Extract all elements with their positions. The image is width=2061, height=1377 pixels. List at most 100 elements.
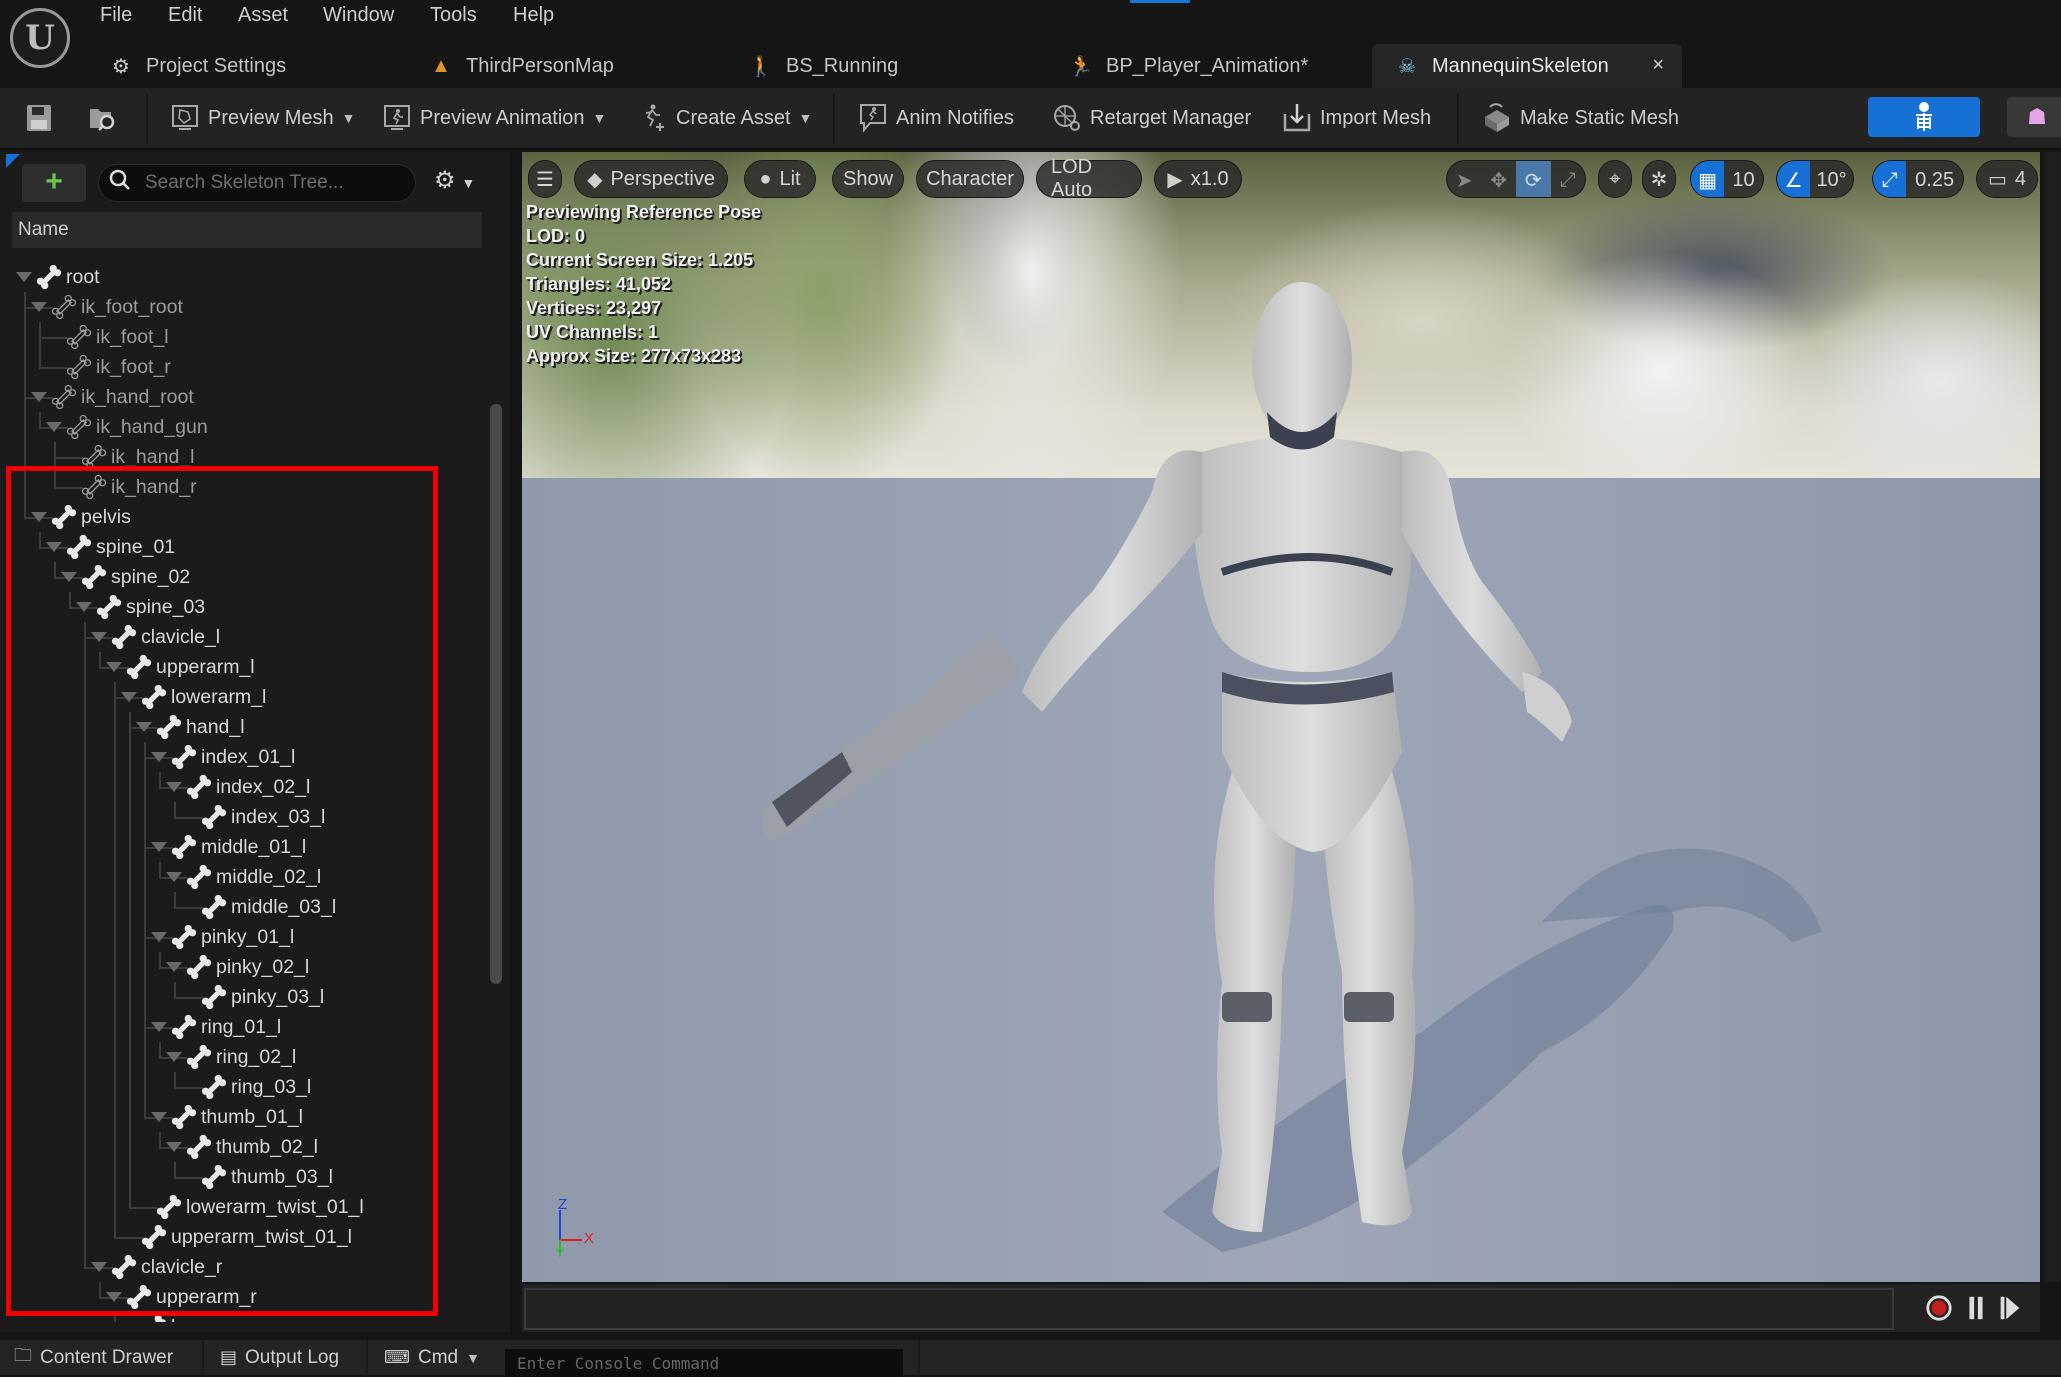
expand-arrow-icon[interactable] — [46, 422, 62, 432]
skeleton-mode-button[interactable] — [1868, 97, 1980, 137]
expand-arrow-icon[interactable] — [46, 542, 62, 552]
menu-edit[interactable]: Edit — [168, 4, 202, 27]
tab-mannequin-skeleton[interactable]: ☠ MannequinSkeleton × — [1372, 44, 1682, 88]
console-command-input[interactable] — [505, 1349, 903, 1377]
import-mesh-button[interactable]: Import Mesh — [1282, 88, 1431, 148]
expand-arrow-icon[interactable] — [121, 692, 137, 702]
rotation-snap-value[interactable]: 10° — [1810, 161, 1853, 197]
grid-snap-group[interactable]: ▦ 10 — [1690, 160, 1764, 198]
step-forward-button[interactable] — [1998, 1294, 2022, 1322]
scale-snap-value[interactable]: 0.25 — [1906, 161, 1963, 197]
tree-scrollbar[interactable] — [490, 404, 502, 984]
expand-arrow-icon[interactable] — [31, 302, 47, 312]
bone-row-index_02_l[interactable]: index_02_l — [0, 772, 480, 802]
bone-row-ik_foot_l[interactable]: ik_foot_l — [0, 322, 480, 352]
expand-arrow-icon[interactable] — [76, 602, 92, 612]
pause-button[interactable] — [1966, 1294, 1986, 1322]
rotate-mode-icon[interactable]: ⟳ — [1516, 161, 1551, 197]
expand-arrow-icon[interactable] — [136, 722, 152, 732]
preview-animation-dropdown[interactable]: Preview Animation ▼ — [382, 88, 606, 148]
expand-arrow-icon[interactable] — [151, 752, 167, 762]
expand-arrow-icon[interactable] — [151, 1022, 167, 1032]
bone-row-ik_foot_r[interactable]: ik_foot_r — [0, 352, 480, 382]
bone-row-ring_01_l[interactable]: ring_01_l — [0, 1012, 480, 1042]
bone-row-ik_hand_l[interactable]: ik_hand_l — [0, 442, 480, 472]
bone-row-clavicle_r[interactable]: clavicle_r — [0, 1252, 480, 1282]
bone-row-index_03_l[interactable]: index_03_l — [0, 802, 480, 832]
expand-arrow-icon[interactable] — [151, 932, 167, 942]
bone-row-thumb_01_l[interactable]: thumb_01_l — [0, 1102, 480, 1132]
grid-snap-icon[interactable]: ▦ — [1691, 161, 1725, 197]
bone-row-upperarm_twist_01_l[interactable]: upperarm_twist_01_l — [0, 1222, 480, 1252]
skeletal-mesh-mode-button[interactable]: ☗ — [2007, 97, 2061, 137]
bone-row-middle_01_l[interactable]: middle_01_l — [0, 832, 480, 862]
record-button[interactable] — [1924, 1294, 1954, 1322]
lod-dropdown[interactable]: LOD Auto — [1036, 156, 1142, 201]
expand-arrow-icon[interactable] — [61, 572, 77, 582]
bone-row-lowerarm_twist_01_l[interactable]: lowerarm_twist_01_l — [0, 1192, 480, 1222]
view-mode-lit-dropdown[interactable]: ● Lit — [744, 160, 816, 198]
bone-row-ring_03_l[interactable]: ring_03_l — [0, 1072, 480, 1102]
menu-asset[interactable]: Asset — [238, 4, 288, 27]
bone-row-middle_02_l[interactable]: middle_02_l — [0, 862, 480, 892]
preview-mesh-dropdown[interactable]: Preview Mesh ▼ — [170, 88, 355, 148]
coordinate-system-button[interactable]: ⌖ — [1598, 160, 1632, 198]
perspective-dropdown[interactable]: ◆ Perspective — [574, 160, 728, 198]
expand-arrow-icon[interactable] — [151, 1112, 167, 1122]
bone-row-upperarm_l[interactable]: upperarm_l — [0, 652, 480, 682]
anim-notifies-button[interactable]: Anim Notifies — [858, 88, 1014, 148]
skeleton-search-input[interactable] — [145, 172, 405, 194]
expand-arrow-icon[interactable] — [166, 1142, 182, 1152]
menu-file[interactable]: File — [100, 4, 132, 27]
timeline-scrubber[interactable] — [524, 1288, 1894, 1330]
character-dropdown[interactable]: Character — [916, 160, 1024, 198]
expand-arrow-icon[interactable] — [106, 662, 122, 672]
bone-row-pinky_02_l[interactable]: pinky_02_l — [0, 952, 480, 982]
tab-bp-player-animation[interactable]: 🏃 BP_Player_Animation* — [1046, 44, 1366, 88]
select-mode-icon[interactable]: ➤ — [1447, 161, 1482, 197]
bone-row-spine_02[interactable]: spine_02 — [0, 562, 480, 592]
menu-help[interactable]: Help — [513, 4, 554, 27]
scale-snap-group[interactable]: ⤢ 0.25 — [1872, 160, 1964, 198]
camera-speed-button[interactable]: ▭ 4 — [1976, 160, 2038, 198]
bone-row-pelvis[interactable]: pelvis — [0, 502, 480, 532]
expand-arrow-icon[interactable] — [166, 872, 182, 882]
bone-row-upperarm_r[interactable]: upperarm_r — [0, 1282, 480, 1312]
bone-row-ik_hand_r[interactable]: ik_hand_r — [0, 472, 480, 502]
retarget-manager-button[interactable]: Retarget Manager — [1052, 88, 1251, 148]
grid-snap-value[interactable]: 10 — [1724, 161, 1763, 197]
bone-row-middle_03_l[interactable]: middle_03_l — [0, 892, 480, 922]
output-log-button[interactable]: ▤ Output Log — [206, 1340, 364, 1375]
skeleton-search-box[interactable] — [98, 164, 416, 202]
make-static-mesh-button[interactable]: Make Static Mesh — [1482, 88, 1679, 148]
surface-snap-button[interactable]: ✲ — [1642, 160, 1676, 198]
angle-snap-icon[interactable]: ∠ — [1777, 161, 1811, 197]
bone-row-lowerarm_r[interactable]: lowerarm_r — [0, 1312, 480, 1322]
expand-arrow-icon[interactable] — [91, 1262, 107, 1272]
add-socket-button[interactable]: + — [22, 164, 86, 202]
menu-tools[interactable]: Tools — [430, 4, 477, 27]
expand-arrow-icon[interactable] — [166, 782, 182, 792]
show-dropdown[interactable]: Show — [832, 160, 904, 198]
viewport-options-button[interactable]: ☰ — [528, 160, 562, 198]
bone-row-root[interactable]: root — [0, 262, 480, 292]
bone-row-thumb_03_l[interactable]: thumb_03_l — [0, 1162, 480, 1192]
create-asset-dropdown[interactable]: Create Asset ▼ — [638, 88, 812, 148]
close-tab-icon[interactable]: × — [1652, 54, 1664, 77]
save-button[interactable] — [24, 88, 62, 148]
tree-settings-dropdown[interactable]: ⚙ ▼ — [434, 166, 475, 195]
bone-row-index_01_l[interactable]: index_01_l — [0, 742, 480, 772]
rotation-snap-group[interactable]: ∠ 10° — [1776, 160, 1854, 198]
scale-mode-icon[interactable]: ⤢ — [1551, 161, 1586, 197]
expand-arrow-icon[interactable] — [31, 392, 47, 402]
bone-row-ik_hand_gun[interactable]: ik_hand_gun — [0, 412, 480, 442]
column-header-name[interactable]: Name — [12, 212, 482, 248]
unreal-logo-icon[interactable]: U — [10, 8, 70, 68]
expand-arrow-icon[interactable] — [106, 1292, 122, 1302]
translate-mode-icon[interactable]: ✥ — [1482, 161, 1517, 197]
menu-window[interactable]: Window — [323, 4, 394, 27]
bone-row-clavicle_l[interactable]: clavicle_l — [0, 622, 480, 652]
bone-row-thumb_02_l[interactable]: thumb_02_l — [0, 1132, 480, 1162]
bone-row-ik_foot_root[interactable]: ik_foot_root — [0, 292, 480, 322]
expand-arrow-icon[interactable] — [151, 842, 167, 852]
